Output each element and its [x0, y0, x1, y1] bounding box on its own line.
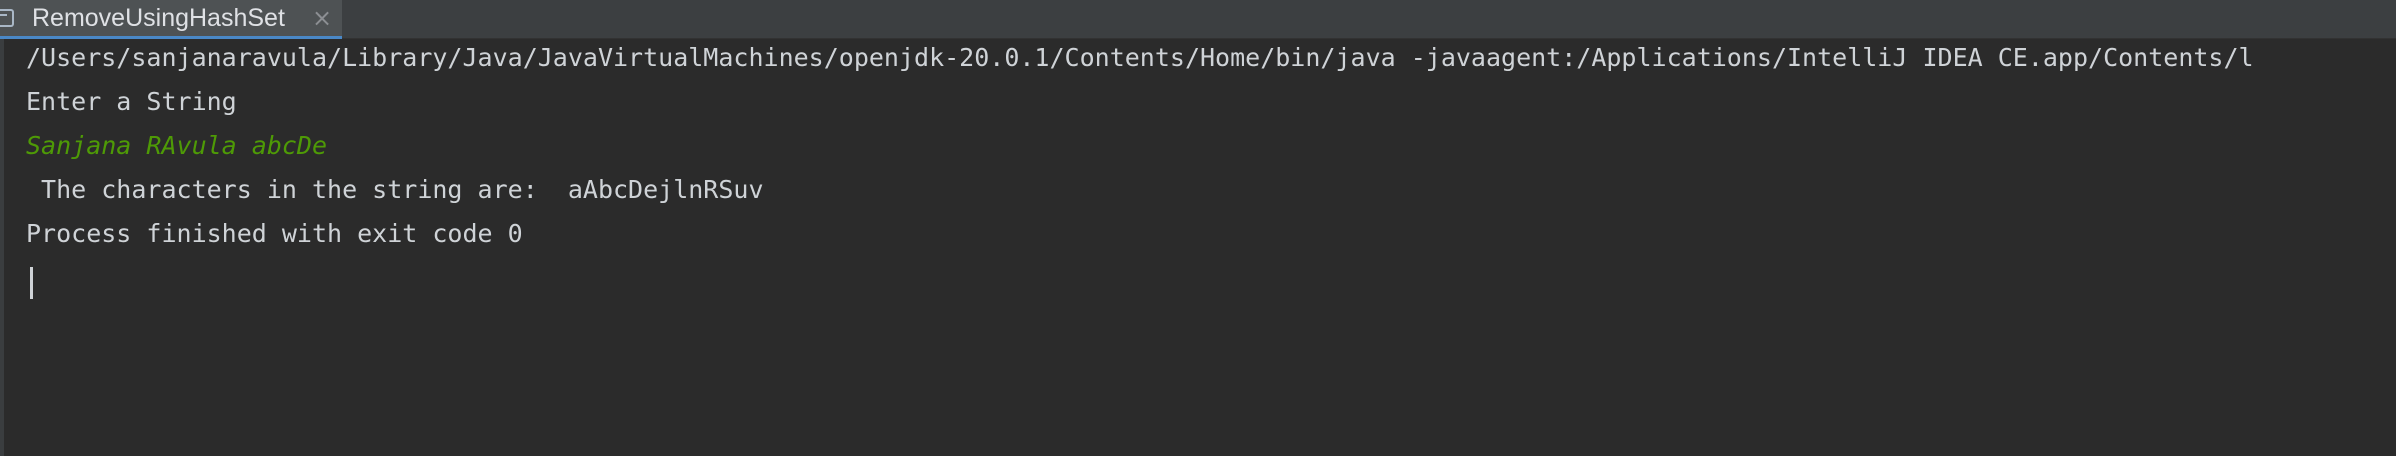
tab-remove-using-hashset[interactable]: RemoveUsingHashSet × — [0, 0, 342, 39]
console-command-line: /Users/sanjanaravula/Library/Java/JavaVi… — [26, 43, 2254, 72]
run-console-output[interactable]: /Users/sanjanaravula/Library/Java/JavaVi… — [0, 39, 2396, 456]
text-caret — [30, 267, 33, 299]
console-result-line: The characters in the string are: aAbcDe… — [26, 175, 764, 204]
console-exit-line: Process finished with exit code 0 — [26, 219, 523, 248]
editor-tab-bar: RemoveUsingHashSet × — [0, 0, 2396, 39]
run-console-icon — [0, 9, 14, 27]
tab-label: RemoveUsingHashSet — [32, 4, 285, 32]
console-user-input-line: Sanjana RAvula abcDe — [26, 131, 328, 160]
close-icon[interactable]: × — [309, 4, 335, 32]
console-prompt-line: Enter a String — [26, 87, 237, 116]
